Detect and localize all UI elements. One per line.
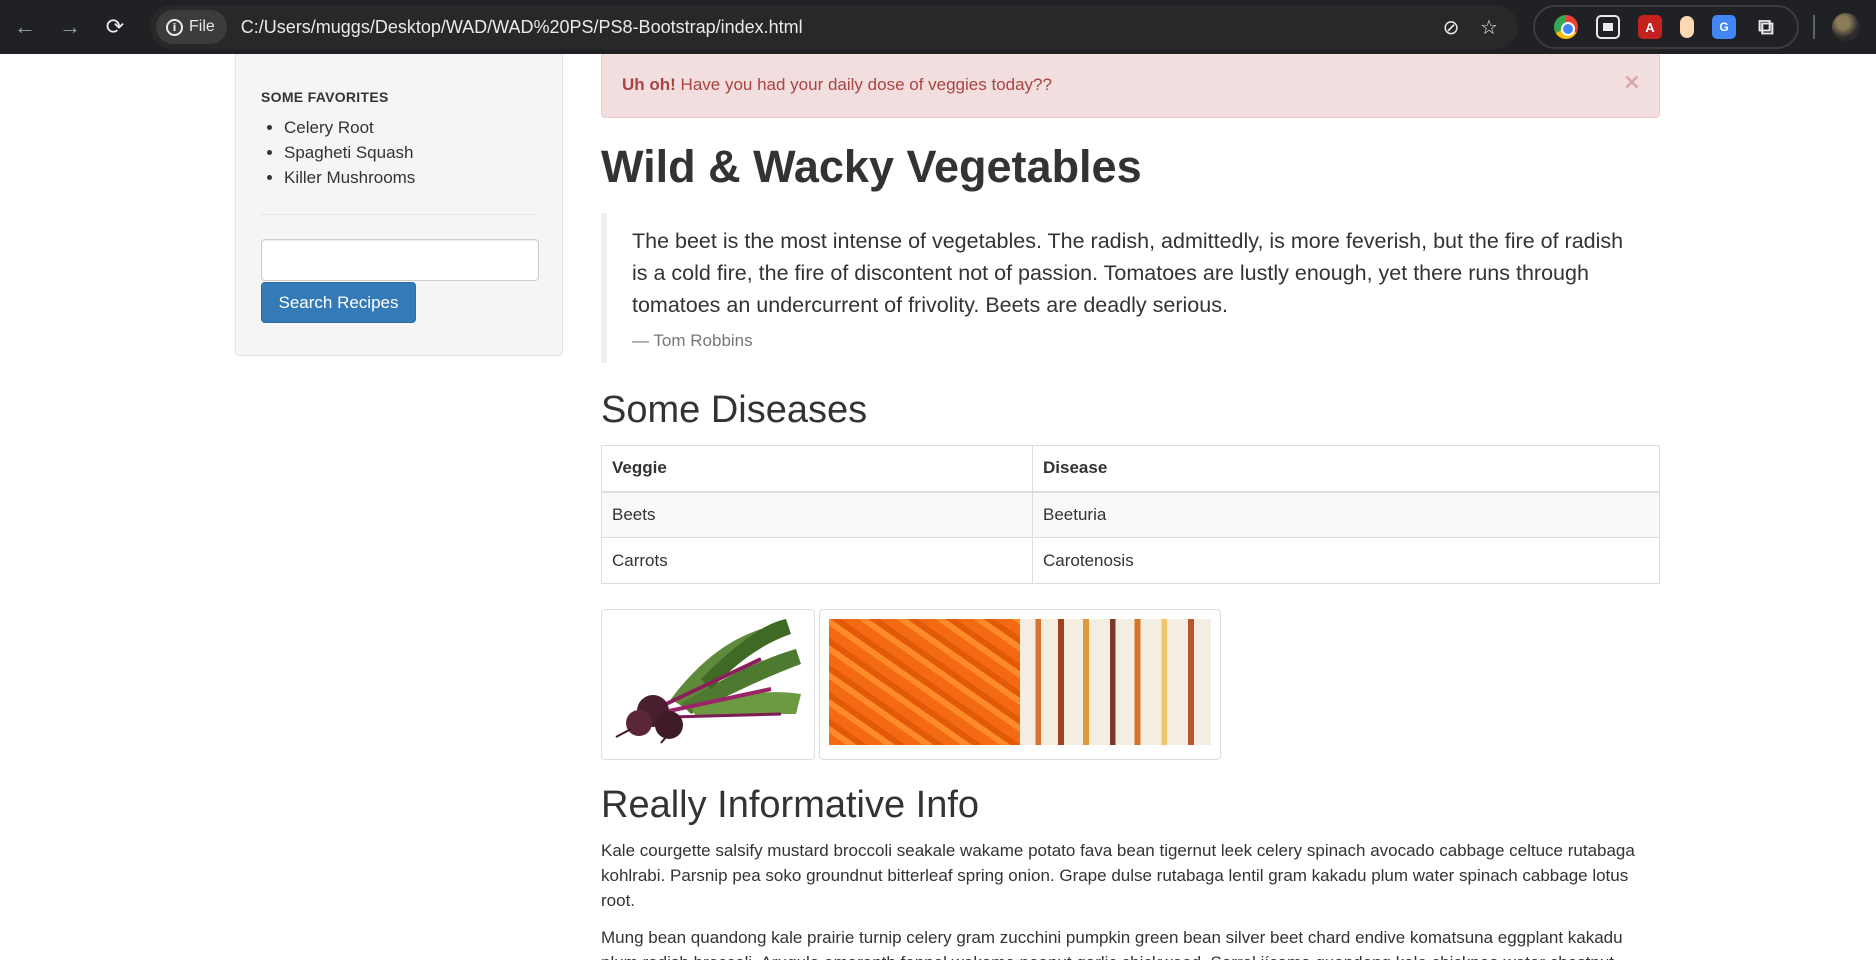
favorite-item[interactable]: Celery Root: [284, 118, 374, 137]
toolbar-divider: [1813, 15, 1815, 39]
alert-banner: Uh oh! Have you had your daily dose of v…: [601, 54, 1660, 118]
thumbnail: [601, 609, 815, 760]
quote-block: The beet is the most intense of vegetabl…: [601, 213, 1660, 363]
star-icon[interactable]: ☆: [1470, 8, 1508, 46]
chrome-extension-icon[interactable]: [1554, 15, 1578, 39]
favorite-item[interactable]: Killer Mushrooms: [284, 168, 415, 187]
beets-image: [611, 619, 805, 745]
table-header: Disease: [1032, 445, 1660, 493]
url-text[interactable]: C:/Users/muggs/Desktop/WAD/WAD%20PS/PS8-…: [241, 17, 1432, 38]
extensions-group: A G ⧉: [1533, 5, 1799, 49]
thumbnail: [819, 609, 1221, 760]
sidebar-well: SOME FAVORITES Celery Root Spagheti Squa…: [235, 54, 563, 356]
sidebar-divider: [261, 214, 538, 215]
info-heading: Really Informative Info: [601, 784, 980, 826]
diseases-heading: Some Diseases: [601, 389, 868, 431]
table-row: Carrots Carotenosis: [601, 537, 1660, 584]
table-cell: Beets: [601, 491, 1033, 538]
pdf-extension-icon[interactable]: A: [1638, 15, 1662, 39]
page-viewport: SOME FAVORITES Celery Root Spagheti Squa…: [0, 54, 1876, 960]
table-header-row: Veggie Disease: [601, 445, 1660, 493]
address-bar[interactable]: i File C:/Users/muggs/Desktop/WAD/WAD%20…: [150, 5, 1518, 49]
profile-avatar[interactable]: [1832, 13, 1860, 41]
site-info-chip[interactable]: i File: [156, 10, 227, 44]
translate-extension-icon[interactable]: G: [1712, 15, 1736, 39]
alert-message: Have you had your daily dose of veggies …: [675, 75, 1052, 94]
reload-icon[interactable]: ⟳: [95, 7, 135, 47]
carrots-image: [829, 619, 1211, 745]
favorite-item[interactable]: Spagheti Squash: [284, 143, 414, 162]
list-item: Celery Root: [284, 115, 538, 140]
back-icon[interactable]: ←: [5, 7, 45, 47]
diseases-table: Veggie Disease Beets Beeturia Carrots Ca…: [601, 445, 1660, 584]
puzzle-icon[interactable]: ⧉: [1754, 15, 1778, 40]
quote-text: The beet is the most intense of vegetabl…: [632, 229, 1624, 317]
table-header: Veggie: [601, 445, 1033, 493]
info-paragraph: Mung bean quandong kale prairie turnip c…: [601, 928, 1623, 960]
list-item: Killer Mushrooms: [284, 165, 538, 190]
alert-strong: Uh oh!: [622, 75, 676, 94]
page-title: Wild & Wacky Vegetables: [601, 141, 1142, 192]
baby-carrots-image: [829, 619, 1020, 745]
main-content: Uh oh! Have you had your daily dose of v…: [601, 54, 1660, 960]
site-chip-label: File: [189, 18, 215, 35]
eye-off-icon[interactable]: ⊘: [1432, 8, 1470, 46]
side-panel-icon[interactable]: [1596, 15, 1620, 39]
table-cell: Carotenosis: [1032, 537, 1660, 584]
search-input[interactable]: [261, 239, 539, 281]
pill-extension-icon[interactable]: [1680, 16, 1694, 38]
heirloom-carrots-image: [1020, 619, 1211, 745]
quote-author: — Tom Robbins: [632, 331, 753, 350]
close-icon[interactable]: ×: [1623, 70, 1641, 95]
info-icon: i: [166, 18, 183, 36]
favorites-list: Celery Root Spagheti Squash Killer Mushr…: [261, 115, 538, 190]
image-thumbnails: [601, 609, 1660, 760]
list-item: Spagheti Squash: [284, 140, 538, 165]
search-recipes-button[interactable]: Search Recipes: [261, 282, 416, 323]
table-row: Beets Beeturia: [601, 491, 1660, 538]
table-cell: Carrots: [601, 537, 1033, 584]
browser-toolbar: ← → ⟳ i File C:/Users/muggs/Desktop/WAD/…: [0, 0, 1876, 54]
table-cell: Beeturia: [1032, 491, 1660, 538]
forward-icon[interactable]: →: [50, 7, 90, 47]
info-paragraph: Kale courgette salsify mustard broccoli …: [601, 841, 1635, 910]
sidebar-heading: SOME FAVORITES: [261, 89, 389, 105]
